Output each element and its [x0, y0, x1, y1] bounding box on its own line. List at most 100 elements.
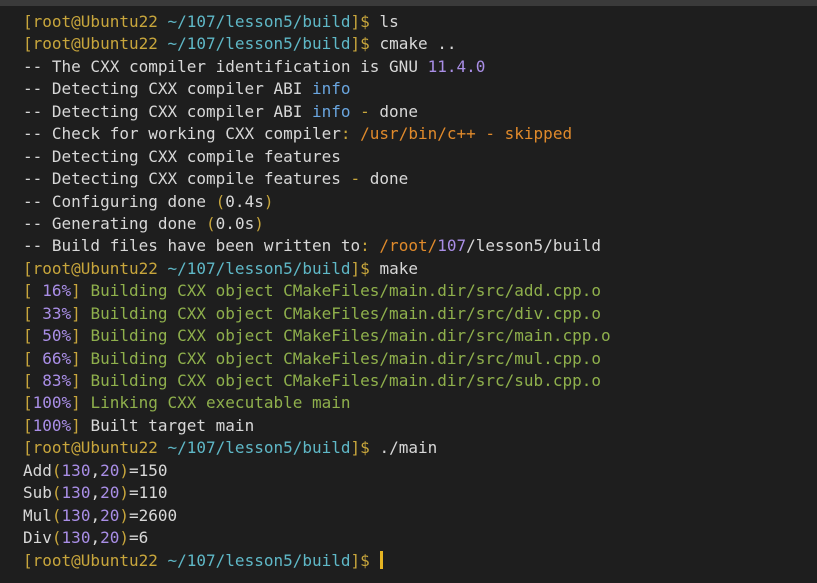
- terminal-text-segment: ls: [379, 12, 399, 31]
- terminal-text-segment: ,: [90, 483, 101, 503]
- terminal-line: Add(130,20)=150: [23, 460, 817, 482]
- terminal-text-segment: 130: [61, 483, 91, 503]
- terminal-line: -- Detecting CXX compiler ABI info - don…: [23, 101, 817, 123]
- terminal-text-segment: Building CXX object CMakeFiles/main.dir/…: [90, 348, 601, 368]
- terminal-text-segment: cmake ..: [379, 34, 457, 54]
- terminal-text-segment: ): [263, 191, 274, 211]
- terminal-text-segment: ~/107/lesson5/build: [167, 12, 351, 31]
- terminal-text-segment: ~/107/lesson5/build: [167, 550, 351, 570]
- terminal-line: [ 66%] Building CXX object CMakeFiles/ma…: [23, 348, 817, 370]
- terminal-text-segment: :: [340, 124, 361, 144]
- terminal-text-segment: ]$: [350, 12, 380, 31]
- terminal-text-segment: 107: [437, 236, 467, 256]
- terminal-text-segment: 100%: [32, 393, 72, 413]
- terminal-text-segment: Mul: [23, 505, 52, 525]
- terminal-text-segment: [: [23, 281, 43, 301]
- terminal-text-segment: ): [254, 213, 264, 233]
- terminal-text-segment: /usr/bin/c++ - skipped: [360, 124, 573, 144]
- terminal-text-segment: 33%: [42, 303, 72, 323]
- terminal-text-segment: ]: [71, 326, 91, 346]
- terminal-line: -- Check for working CXX compiler: /usr/…: [23, 123, 817, 145]
- terminal-text-segment: ~/107/lesson5/build: [167, 34, 351, 54]
- terminal-text-segment: 83%: [42, 371, 72, 390]
- terminal-text-segment: (: [206, 213, 216, 233]
- terminal-text-segment: Div: [23, 528, 52, 548]
- terminal-text-segment: ]$: [350, 258, 380, 278]
- terminal-text-segment: =2600: [129, 505, 178, 525]
- terminal-text-segment: ): [119, 460, 129, 480]
- terminal-text-segment: Built target main: [90, 415, 255, 435]
- terminal-text-segment: done: [369, 169, 409, 189]
- terminal-line: [ 16%] Building CXX object CMakeFiles/ma…: [23, 280, 817, 302]
- terminal-text-segment: ): [119, 505, 129, 525]
- terminal-text-segment: ): [119, 483, 129, 503]
- terminal-text-segment: 100%: [32, 415, 72, 435]
- terminal-text-segment: ]: [71, 281, 91, 301]
- terminal-text-segment: ]: [71, 393, 91, 413]
- terminal-text-segment: (: [51, 528, 62, 548]
- terminal-output[interactable]: [root@Ubuntu22 ~/107/lesson5/build]$ ls[…: [0, 6, 817, 583]
- terminal-text-segment: ,: [90, 528, 101, 548]
- terminal-text-segment: [: [23, 415, 33, 435]
- terminal-line: -- Configuring done (0.4s): [23, 191, 817, 213]
- terminal-line: -- Detecting CXX compiler ABI info: [23, 78, 817, 100]
- terminal-line: -- Generating done (0.0s): [23, 213, 817, 235]
- terminal-text-segment: -- Detecting CXX compiler ABI: [23, 101, 312, 121]
- terminal-text-segment: :: [360, 236, 380, 256]
- terminal-line: [100%] Built target main: [23, 415, 817, 437]
- terminal-text-segment: -- Detecting CXX compile features: [23, 169, 351, 189]
- terminal-text-segment: Add: [23, 460, 52, 480]
- terminal-text-segment: 20: [100, 505, 120, 525]
- terminal-text-segment: -- Detecting CXX compile features: [23, 146, 341, 166]
- terminal-text-segment: [: [23, 371, 43, 390]
- terminal-line: [ 83%] Building CXX object CMakeFiles/ma…: [23, 370, 817, 392]
- terminal-text-segment: [: [23, 348, 43, 368]
- terminal-line: [ 33%] Building CXX object CMakeFiles/ma…: [23, 303, 817, 325]
- terminal-text-segment: 20: [100, 460, 120, 480]
- terminal-line: -- Detecting CXX compile features: [23, 146, 817, 168]
- terminal-text-segment: 66%: [42, 348, 72, 368]
- terminal-text-segment: ,: [90, 460, 101, 480]
- terminal-line: [root@Ubuntu22 ~/107/lesson5/build]$ ./m…: [23, 437, 817, 459]
- terminal-text-segment: done: [379, 101, 418, 121]
- terminal-line: Div(130,20)=6: [23, 527, 817, 549]
- terminal-text-segment: 20: [100, 483, 120, 503]
- terminal-text-segment: =6: [129, 528, 149, 548]
- text-cursor: [380, 550, 384, 569]
- terminal-line: Mul(130,20)=2600: [23, 505, 817, 527]
- terminal-text-segment: =150: [129, 460, 168, 480]
- terminal-text-segment: 50%: [42, 326, 72, 346]
- terminal-text-segment: ]: [71, 371, 91, 390]
- terminal-line: Sub(130,20)=110: [23, 482, 817, 504]
- terminal-text-segment: 0.0s: [215, 213, 255, 233]
- terminal-text-segment: [root@Ubuntu22: [23, 12, 168, 31]
- terminal-text-segment: [root@Ubuntu22: [23, 550, 168, 570]
- terminal-line: [root@Ubuntu22 ~/107/lesson5/build]$ ls: [23, 11, 817, 33]
- terminal-text-segment: 16%: [42, 281, 72, 301]
- terminal-text-segment: -- Detecting CXX compiler ABI: [23, 79, 312, 99]
- terminal-line: -- The CXX compiler identification is GN…: [23, 56, 817, 78]
- terminal-text-segment: info: [311, 101, 351, 121]
- terminal-text-segment: -- Build files have been written to: [23, 236, 361, 256]
- terminal-text-segment: -- Generating done: [23, 213, 207, 233]
- terminal-text-segment: make: [379, 258, 418, 278]
- terminal-text-segment: -: [350, 101, 380, 121]
- terminal-line: [root@Ubuntu22 ~/107/lesson5/build]$ mak…: [23, 258, 817, 280]
- terminal-line: [root@Ubuntu22 ~/107/lesson5/build]$ cma…: [23, 33, 817, 55]
- terminal-text-segment: info: [311, 79, 351, 99]
- terminal-text-segment: (: [51, 460, 62, 480]
- terminal-text-segment: ]$: [350, 34, 380, 54]
- terminal-text-segment: 130: [61, 460, 91, 480]
- terminal-text-segment: ~/107/lesson5/build: [167, 258, 351, 278]
- terminal-text-segment: [root@Ubuntu22: [23, 258, 168, 278]
- terminal-text-segment: /lesson5/build: [466, 236, 601, 256]
- terminal-line: [ 50%] Building CXX object CMakeFiles/ma…: [23, 325, 817, 347]
- terminal-line: -- Build files have been written to: /ro…: [23, 235, 817, 257]
- terminal-text-segment: [: [23, 393, 33, 413]
- terminal-text-segment: -- Configuring done: [23, 191, 216, 211]
- terminal-text-segment: ~/107/lesson5/build: [167, 438, 351, 458]
- terminal-text-segment: 130: [61, 528, 91, 548]
- terminal-text-segment: ]$: [350, 438, 380, 458]
- terminal-text-segment: ]: [71, 348, 91, 368]
- terminal-text-segment: 11.4.0: [427, 56, 486, 76]
